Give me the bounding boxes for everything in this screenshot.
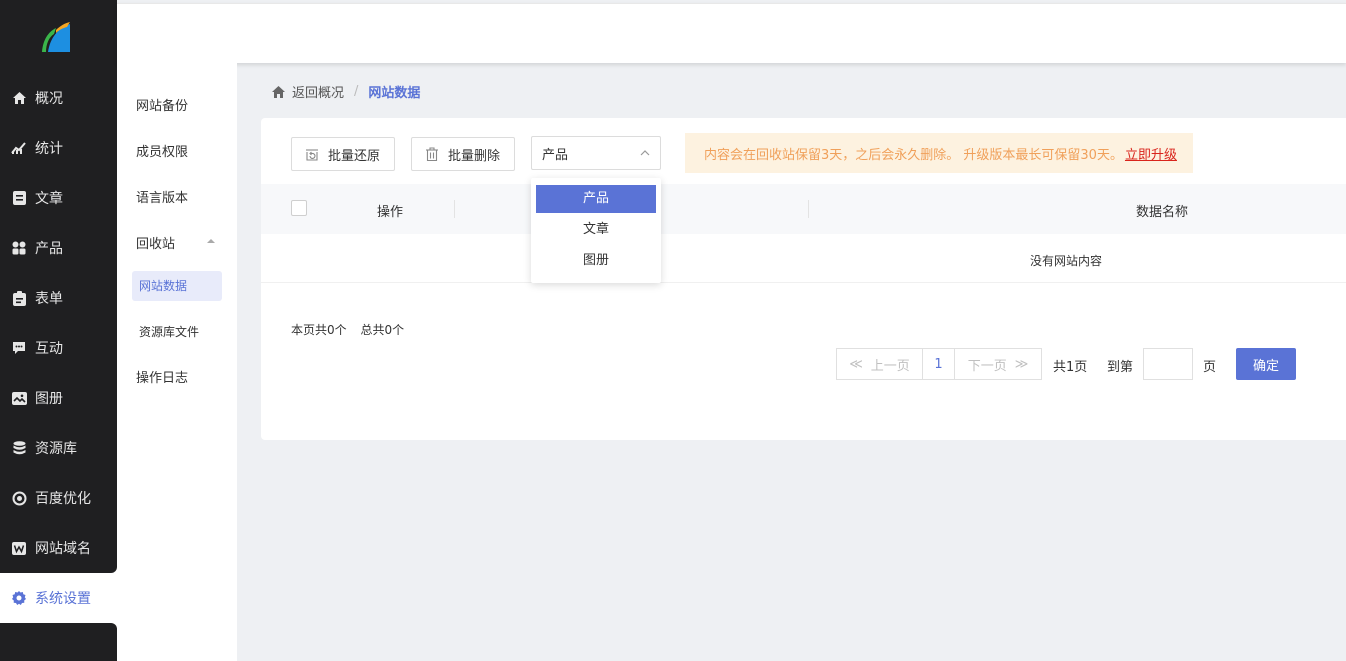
home-icon: [11, 90, 27, 106]
w-icon: [11, 540, 27, 556]
sidebar-item-form[interactable]: 表单: [0, 273, 117, 323]
recycle-bin-card: 批量还原 批量删除 产品 内容会在回收站保留3天，之后会永久删除。 升级版本最长…: [261, 118, 1346, 440]
dropdown-option-article[interactable]: 文章: [536, 216, 656, 244]
sidebar-item-label: 资源库: [35, 441, 77, 457]
subnav-item-site-data[interactable]: 网站数据: [132, 271, 222, 301]
pagination: ≪ 上一页 1 下一页 ≫: [836, 348, 1042, 380]
sidebar-item-gallery[interactable]: 图册: [0, 373, 117, 423]
batch-delete-label: 批量删除: [448, 148, 501, 164]
sidebar-item-resources[interactable]: 资源库: [0, 423, 117, 473]
page-number-button[interactable]: 1: [923, 348, 955, 380]
select-all-checkbox[interactable]: [291, 200, 307, 216]
home-icon[interactable]: [271, 85, 286, 99]
empty-state-text: 没有网站内容: [1030, 254, 1103, 268]
subnav-item-backup[interactable]: 网站备份: [136, 95, 188, 114]
next-page-button[interactable]: 下一页 ≫: [955, 348, 1042, 380]
column-divider: [808, 200, 809, 218]
sidebar-item-seo[interactable]: 百度优化: [0, 473, 117, 523]
logo-icon[interactable]: [34, 18, 74, 56]
settings-subnav: 网站备份 成员权限 语言版本 回收站 网站数据 资源库文件 操作日志: [117, 63, 237, 661]
breadcrumb-separator: /: [354, 84, 359, 99]
sidebar-dark-footer: [0, 623, 117, 661]
double-chevron-right-icon: ≫: [1014, 356, 1029, 372]
batch-restore-button[interactable]: 批量还原: [291, 137, 395, 171]
dropdown-option-product[interactable]: 产品: [536, 185, 656, 213]
page-summary: 本页共0个 总共0个: [291, 321, 404, 338]
subnav-item-recycle-bin[interactable]: 回收站: [136, 233, 175, 252]
clipboard-icon: [11, 290, 27, 306]
type-select-value: 产品: [542, 147, 569, 163]
sidebar-item-label: 产品: [35, 241, 63, 257]
column-header-operation: 操作: [377, 205, 404, 220]
double-chevron-left-icon: ≪: [849, 356, 863, 372]
column-header-data-name: 数据名称: [1136, 205, 1189, 220]
subnav-item-language[interactable]: 语言版本: [136, 187, 188, 206]
grid-icon: [11, 240, 27, 256]
breadcrumb-current: 网站数据: [368, 86, 421, 101]
page-item-count: 本页共0个: [291, 323, 347, 337]
breadcrumb-back-link[interactable]: 返回概况: [292, 82, 344, 101]
sidebar-item-label: 互动: [35, 341, 63, 357]
sidebar-item-label: 文章: [35, 191, 63, 207]
type-select[interactable]: 产品: [531, 136, 661, 170]
confirm-button[interactable]: 确定: [1236, 348, 1296, 380]
sidebar-item-label: 图册: [35, 391, 63, 407]
sidebar-item-statistics[interactable]: 统计: [0, 123, 117, 173]
sidebar-item-label: 统计: [35, 141, 63, 157]
article-icon: [11, 190, 27, 206]
main-sidebar: 概况 统计 文章 产品 表单 互动 图册 资源库 百度优化 网站域名 系统设置: [0, 0, 117, 661]
prev-page-button[interactable]: ≪ 上一页: [836, 348, 923, 380]
sidebar-item-label: 表单: [35, 291, 63, 307]
restore-icon: [306, 149, 318, 161]
sidebar-item-label: 百度优化: [35, 491, 91, 507]
type-dropdown-menu: 产品 文章 图册: [531, 178, 661, 283]
prev-page-label: 上一页: [870, 358, 910, 374]
batch-delete-button[interactable]: 批量删除: [411, 137, 515, 171]
chart-icon: [11, 140, 27, 156]
image-icon: [11, 390, 27, 406]
upgrade-link[interactable]: 立即升级: [1125, 144, 1177, 163]
subnav-item-operation-log[interactable]: 操作日志: [136, 367, 188, 386]
sidebar-item-interaction[interactable]: 互动: [0, 323, 117, 373]
dropdown-option-gallery[interactable]: 图册: [536, 247, 656, 275]
sidebar-item-settings[interactable]: 系统设置: [0, 573, 117, 623]
sidebar-item-product[interactable]: 产品: [0, 223, 117, 273]
sidebar-item-overview[interactable]: 概况: [0, 73, 117, 123]
table-empty-row: 没有网站内容: [261, 234, 1346, 283]
sidebar-item-article[interactable]: 文章: [0, 173, 117, 223]
next-page-label: 下一页: [967, 358, 1007, 374]
goto-label: 到第: [1107, 360, 1134, 375]
goto-page-input[interactable]: [1143, 348, 1193, 380]
subnav-item-resource-files[interactable]: 资源库文件: [139, 323, 199, 340]
notice-text: 内容会在回收站保留3天，之后会永久删除。 升级版本最长可保留30天。: [704, 147, 1123, 163]
trash-icon: [426, 147, 438, 162]
caret-up-icon[interactable]: [207, 239, 215, 243]
subnav-item-permissions[interactable]: 成员权限: [136, 141, 188, 160]
gear-icon: [11, 590, 27, 606]
breadcrumb: 返回概况 / 网站数据: [271, 82, 420, 101]
sidebar-item-label: 系统设置: [35, 591, 91, 607]
column-divider: [454, 200, 455, 218]
total-item-count: 总共0个: [360, 323, 405, 337]
chevron-up-icon: [640, 150, 650, 156]
page-unit-label: 页: [1203, 360, 1217, 375]
sidebar-item-label: 概况: [35, 91, 63, 107]
table-header: 操作 数据名称: [261, 184, 1346, 234]
top-header: [117, 3, 1346, 63]
batch-restore-label: 批量还原: [328, 148, 381, 164]
retention-notice: 内容会在回收站保留3天，之后会永久删除。 升级版本最长可保留30天。 立即升级: [685, 133, 1193, 173]
total-pages-text: 共1页: [1053, 360, 1088, 375]
target-icon: [11, 490, 27, 506]
database-icon: [11, 440, 27, 456]
sidebar-item-label: 网站域名: [35, 541, 91, 557]
chat-icon: [11, 340, 27, 356]
sidebar-item-domain[interactable]: 网站域名: [0, 523, 117, 573]
